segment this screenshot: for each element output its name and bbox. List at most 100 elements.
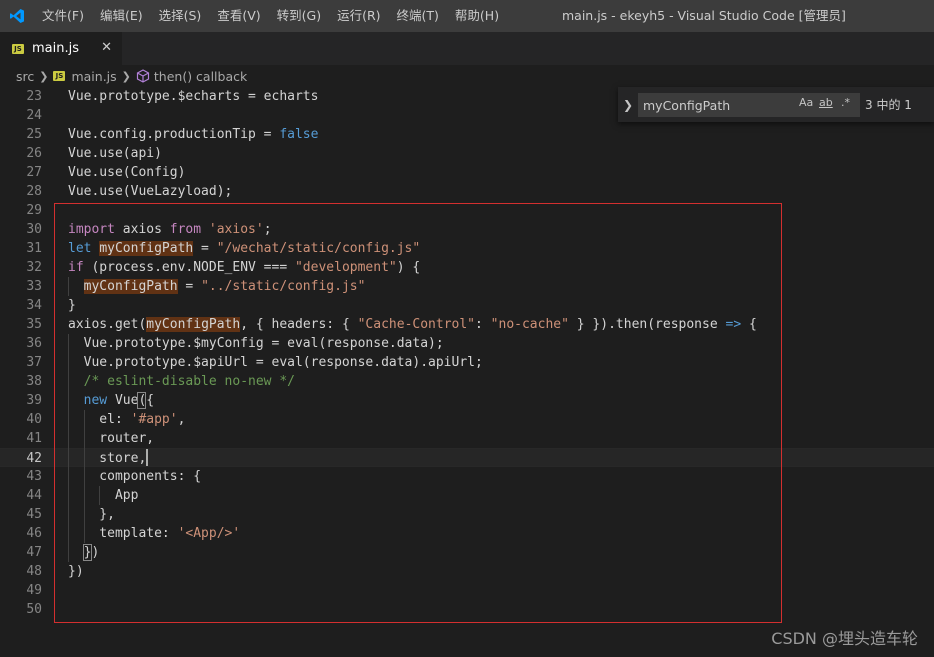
code-line[interactable]: 29 xyxy=(0,201,934,220)
menu-item[interactable]: 编辑(E) xyxy=(92,0,151,32)
code-line[interactable]: 48}) xyxy=(0,562,934,581)
menu-item[interactable]: 选择(S) xyxy=(151,0,210,32)
code-line[interactable]: 31 let myConfigPath = "/wechat/static/con… xyxy=(0,239,934,258)
tab-main-js[interactable]: JS main.js ✕ xyxy=(0,32,122,65)
code-line[interactable]: 30 import axios from 'axios'; xyxy=(0,220,934,239)
line-number: 35 xyxy=(26,317,42,332)
code-token: "/wechat/static/config.js" xyxy=(216,241,421,256)
line-number: 28 xyxy=(26,184,42,199)
code-token: axios xyxy=(114,222,170,237)
chevron-right-icon[interactable]: ❯ xyxy=(618,98,638,112)
code-line[interactable]: 34} xyxy=(0,296,934,315)
code-line[interactable]: 41 router, xyxy=(0,429,934,448)
code-line[interactable]: 49 xyxy=(0,581,934,600)
menu-item[interactable]: 文件(F) xyxy=(34,0,92,32)
code-text: Vue.prototype.$apiUrl = eval(response.da… xyxy=(68,353,483,372)
code-token: => xyxy=(725,317,742,332)
code-line[interactable]: 40 el: '#app', xyxy=(0,410,934,429)
code-token: let xyxy=(68,241,92,256)
code-line[interactable]: 33 myConfigPath = "../static/config.js" xyxy=(0,277,934,296)
menu-item[interactable]: 帮助(H) xyxy=(447,0,507,32)
code-text: Vue.use(Config) xyxy=(68,163,185,182)
menu-item[interactable]: 终端(T) xyxy=(389,0,447,32)
menu-item[interactable]: 查看(V) xyxy=(209,0,268,32)
indent-guide xyxy=(68,334,69,562)
code-text: myConfigPath = "../static/config.js" xyxy=(68,277,365,296)
javascript-file-icon: JS xyxy=(12,43,24,54)
line-number: 49 xyxy=(26,583,42,598)
code-token: "Cache-Control" xyxy=(357,317,476,332)
line-number: 26 xyxy=(26,146,42,161)
menu-item[interactable]: 运行(R) xyxy=(329,0,388,32)
code-text: axios.get(myConfigPath, { headers: { "Ca… xyxy=(68,315,757,334)
breadcrumb-file[interactable]: main.js xyxy=(71,69,116,84)
code-token: el: xyxy=(68,412,131,427)
line-number: 25 xyxy=(26,127,42,142)
code-token: /* eslint-disable no-new */ xyxy=(83,374,295,389)
line-number: 50 xyxy=(26,602,42,617)
bracket-match-highlight xyxy=(82,544,92,561)
code-line[interactable]: 35 axios.get(myConfigPath, { headers: { "… xyxy=(0,315,934,334)
code-token: , xyxy=(177,412,186,427)
text-cursor xyxy=(146,449,149,466)
code-line[interactable]: 32 if (process.env.NODE_ENV === "developm… xyxy=(0,258,934,277)
window-title: main.js - ekeyh5 - Visual Studio Code [管… xyxy=(562,8,846,23)
code-line[interactable]: 27 Vue.use(Config) xyxy=(0,163,934,182)
code-text: } xyxy=(68,296,76,315)
code-token: , { headers: { xyxy=(240,317,358,332)
vscode-logo-icon xyxy=(0,0,34,32)
line-number: 27 xyxy=(26,165,42,180)
code-token: "development" xyxy=(294,260,397,275)
code-line[interactable]: 43 components: { xyxy=(0,467,934,486)
code-text: Vue.use(api) xyxy=(68,144,162,163)
code-line[interactable]: 25 Vue.config.productionTip = false xyxy=(0,125,934,144)
regex-toggle[interactable]: .* xyxy=(841,96,850,109)
code-token: Vue.use(VueLazyload); xyxy=(68,184,233,199)
code-token: store, xyxy=(68,451,147,466)
code-token: router, xyxy=(68,431,155,446)
code-line[interactable]: 38 /* eslint-disable no-new */ xyxy=(0,372,934,391)
line-number: 23 xyxy=(26,89,42,104)
code-token: = xyxy=(193,241,217,256)
code-line[interactable]: 26 Vue.use(api) xyxy=(0,144,934,163)
search-match: myConfigPath xyxy=(83,279,178,294)
breadcrumb-symbol[interactable]: then() callback xyxy=(154,69,247,84)
code-line[interactable]: 50 xyxy=(0,600,934,619)
code-line[interactable]: 47 }) xyxy=(0,543,934,562)
code-token: Vue.prototype.$myConfig = eval(response.… xyxy=(68,336,444,351)
method-cube-icon xyxy=(136,69,150,83)
chevron-right-icon: ❯ xyxy=(121,69,131,83)
code-token: new xyxy=(83,393,108,408)
code-line[interactable]: 28 Vue.use(VueLazyload); xyxy=(0,182,934,201)
tab-label: main.js xyxy=(32,41,79,56)
breadcrumb-folder[interactable]: src xyxy=(16,69,34,84)
close-icon[interactable]: ✕ xyxy=(101,40,112,56)
code-line[interactable]: 37 Vue.prototype.$apiUrl = eval(response… xyxy=(0,353,934,372)
line-number: 36 xyxy=(26,336,42,351)
code-token: App xyxy=(68,488,139,503)
search-match: myConfigPath xyxy=(146,317,241,332)
code-line[interactable]: 46 template: '<App/>' xyxy=(0,524,934,543)
line-number: 31 xyxy=(26,241,42,256)
code-text: if (process.env.NODE_ENV === "developmen… xyxy=(68,258,420,277)
code-line[interactable]: 42 store, xyxy=(0,448,934,467)
line-number: 45 xyxy=(26,507,42,522)
code-token: } xyxy=(68,298,76,313)
menu-item[interactable]: 转到(G) xyxy=(269,0,329,32)
line-number: 40 xyxy=(26,412,42,427)
match-case-toggle[interactable]: Aa xyxy=(799,96,813,109)
code-editor[interactable]: 23 Vue.prototype.$echarts = echarts 24 25 Vu… xyxy=(0,87,934,657)
title-bar: 文件(F) 编辑(E) 选择(S) 查看(V) 转到(G) 运行(R) 终端(T) 帮助(H)… xyxy=(0,0,934,32)
code-line[interactable]: 36 Vue.prototype.$myConfig = eval(respon… xyxy=(0,334,934,353)
code-line[interactable]: 44 App xyxy=(0,486,934,505)
code-token: : xyxy=(475,317,491,332)
code-token: "no-cache" xyxy=(490,317,569,332)
whole-word-toggle[interactable]: ab xyxy=(819,96,833,109)
code-text: components: { xyxy=(68,467,201,486)
tab-bar: JS main.js ✕ xyxy=(0,32,934,65)
code-text: el: '#app', xyxy=(68,410,185,429)
breadcrumb: src ❯ JS main.js ❯ then() callback xyxy=(0,65,934,87)
code-line[interactable]: 45 }, xyxy=(0,505,934,524)
